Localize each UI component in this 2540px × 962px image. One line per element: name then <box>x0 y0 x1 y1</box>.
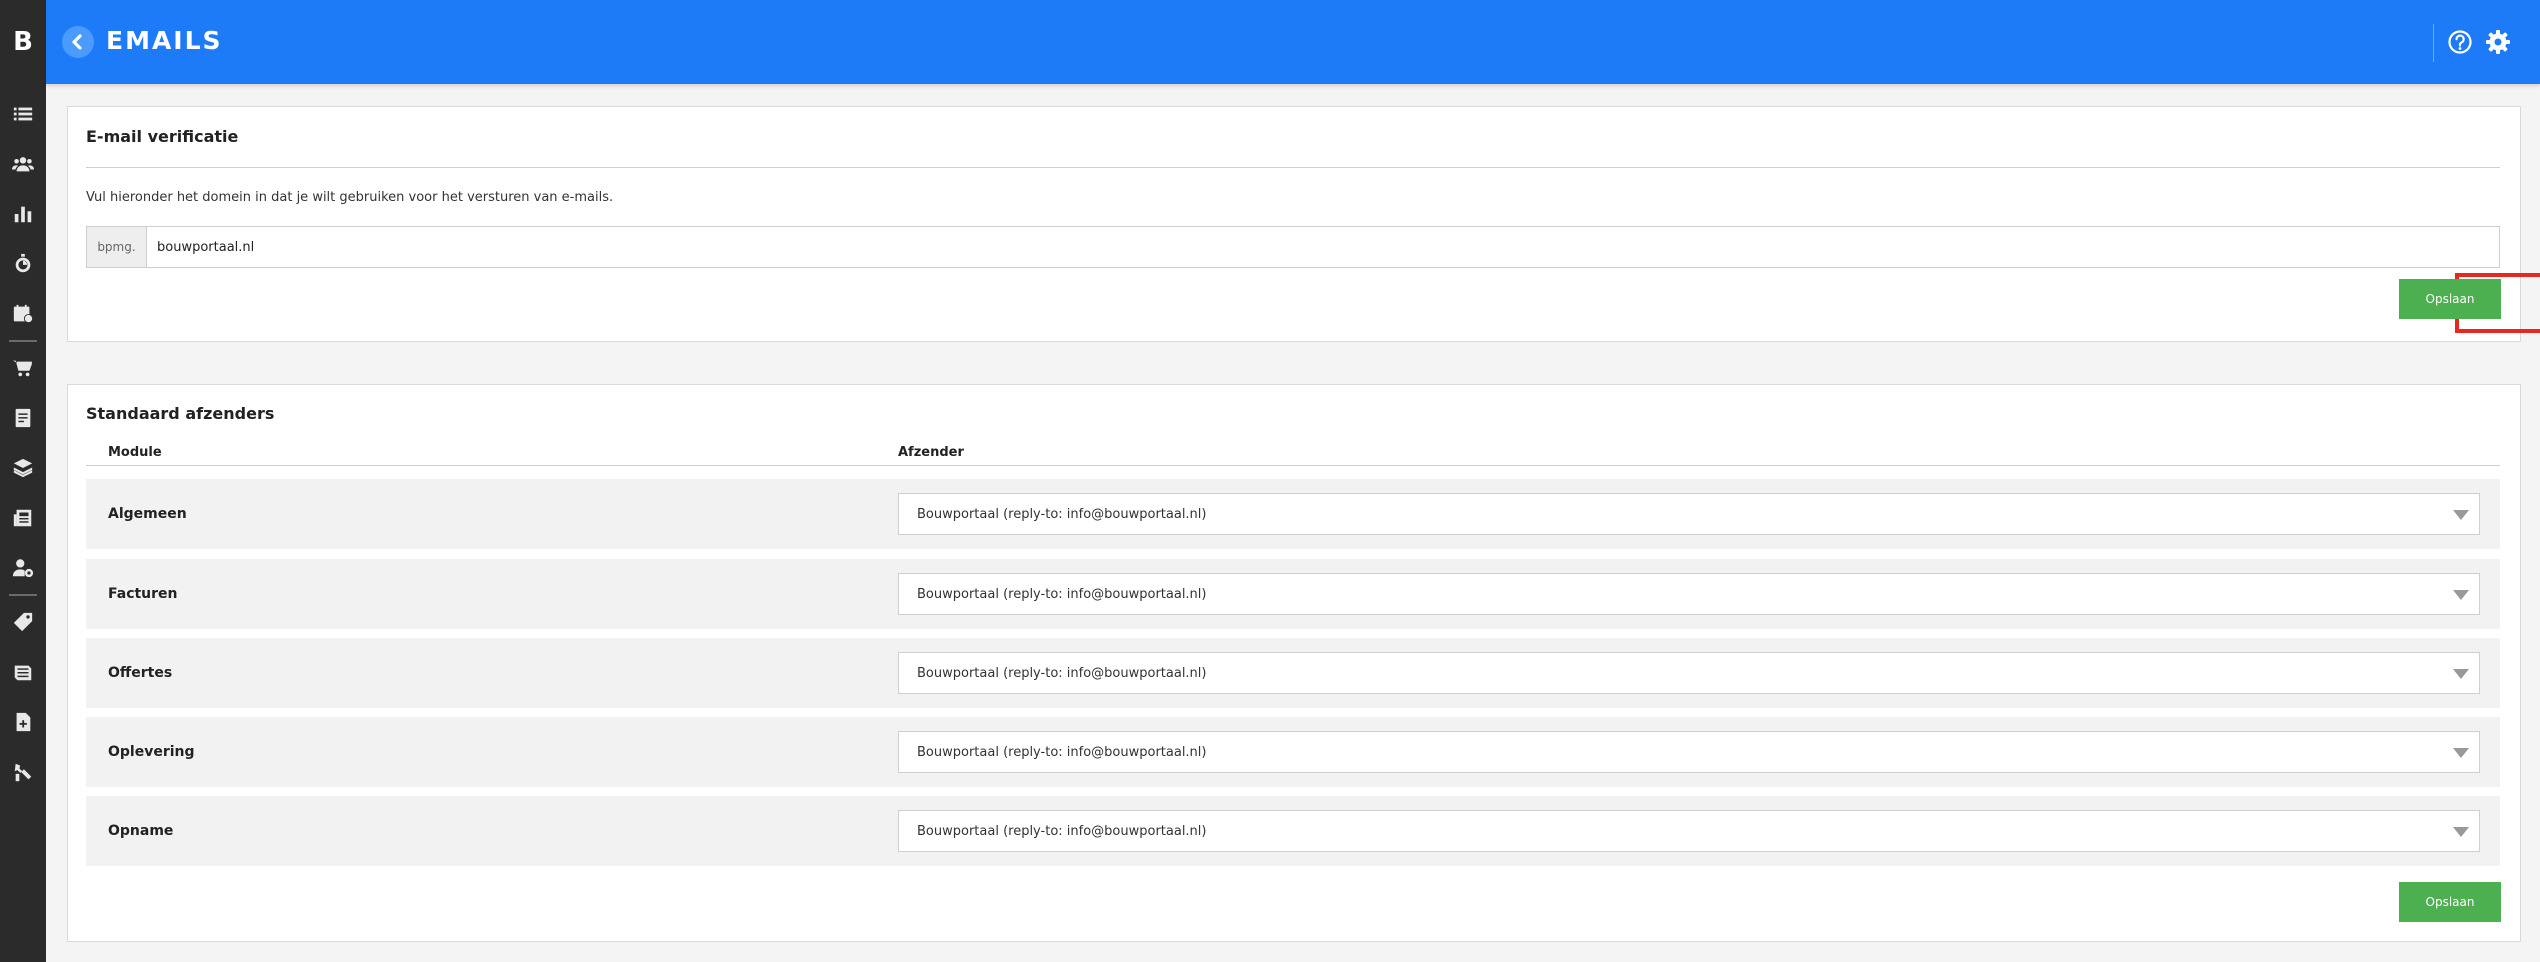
help-icon[interactable] <box>2446 28 2474 56</box>
sidebar-divider <box>9 340 37 342</box>
table-row: Opname Bouwportaal (reply-to: info@bouwp… <box>86 796 2500 866</box>
sidebar-divider <box>9 594 37 596</box>
cart-icon[interactable] <box>11 356 35 380</box>
table-row: Facturen Bouwportaal (reply-to: info@bou… <box>86 559 2500 629</box>
header-divider <box>2433 24 2434 62</box>
calendar-clock-icon[interactable] <box>11 302 35 326</box>
sender-select[interactable]: Bouwportaal (reply-to: info@bouwportaal.… <box>898 731 2480 773</box>
module-label: Oplevering <box>108 744 195 760</box>
dropdown-arrow-icon <box>2453 827 2469 837</box>
table-row: Algemeen Bouwportaal (reply-to: info@bou… <box>86 479 2500 549</box>
user-gear-icon[interactable] <box>11 556 35 580</box>
dropdown-arrow-icon <box>2453 748 2469 758</box>
default-senders-card: Standaard afzenders Module Afzender Alge… <box>67 384 2521 942</box>
sender-select-value: Bouwportaal (reply-to: info@bouwportaal.… <box>917 506 1207 522</box>
table-row: Offertes Bouwportaal (reply-to: info@bou… <box>86 638 2500 708</box>
back-button[interactable] <box>62 26 94 58</box>
domain-prefix-addon: bpmg. <box>87 227 147 267</box>
bar-chart-icon[interactable] <box>11 202 35 226</box>
sender-select[interactable]: Bouwportaal (reply-to: info@bouwportaal.… <box>898 573 2480 615</box>
sender-select-value: Bouwportaal (reply-to: info@bouwportaal.… <box>917 586 1207 602</box>
sidebar: B <box>0 0 46 962</box>
module-label: Facturen <box>108 586 178 602</box>
document-icon[interactable] <box>11 406 35 430</box>
sender-select[interactable]: Bouwportaal (reply-to: info@bouwportaal.… <box>898 652 2480 694</box>
newspaper-icon[interactable] <box>11 506 35 530</box>
gear-icon[interactable] <box>2484 28 2512 56</box>
module-label: Offertes <box>108 665 173 681</box>
app-logo[interactable]: B <box>0 0 46 84</box>
sender-select-value: Bouwportaal (reply-to: info@bouwportaal.… <box>917 744 1207 760</box>
senders-title: Standaard afzenders <box>86 404 275 423</box>
top-bar: EMAILS <box>46 0 2540 84</box>
layers-icon[interactable] <box>11 456 35 480</box>
save-senders-button[interactable]: Opslaan <box>2399 882 2501 922</box>
table-row: Oplevering Bouwportaal (reply-to: info@b… <box>86 717 2500 787</box>
email-verification-card: E-mail verificatie Vul hieronder het dom… <box>67 106 2540 342</box>
stopwatch-icon[interactable] <box>11 252 35 276</box>
dropdown-arrow-icon <box>2453 590 2469 600</box>
chevron-left-icon <box>72 34 82 50</box>
sender-select[interactable]: Bouwportaal (reply-to: info@bouwportaal.… <box>898 493 2480 535</box>
list-icon[interactable] <box>11 102 35 126</box>
domain-input[interactable] <box>147 227 2499 267</box>
save-domain-button[interactable]: Opslaan <box>2399 279 2501 319</box>
column-header-module: Module <box>108 445 162 460</box>
file-plus-icon[interactable] <box>11 710 35 734</box>
dropdown-arrow-icon <box>2453 510 2469 520</box>
module-label: Opname <box>108 823 174 839</box>
verification-title: E-mail verificatie <box>86 127 239 146</box>
hand-tools-icon[interactable] <box>11 760 35 784</box>
users-icon[interactable] <box>11 152 35 176</box>
sender-select[interactable]: Bouwportaal (reply-to: info@bouwportaal.… <box>898 810 2480 852</box>
verification-divider <box>86 167 2500 168</box>
sender-select-value: Bouwportaal (reply-to: info@bouwportaal.… <box>917 665 1207 681</box>
dropdown-arrow-icon <box>2453 669 2469 679</box>
verification-description: Vul hieronder het domein in dat je wilt … <box>86 190 614 205</box>
module-label: Algemeen <box>108 506 187 522</box>
column-header-sender: Afzender <box>898 445 964 460</box>
senders-header-divider <box>86 465 2500 466</box>
tag-icon[interactable] <box>11 610 35 634</box>
book-icon[interactable] <box>11 660 35 684</box>
domain-input-group: bpmg. <box>86 226 2500 268</box>
page-title: EMAILS <box>106 26 223 55</box>
sender-select-value: Bouwportaal (reply-to: info@bouwportaal.… <box>917 823 1207 839</box>
